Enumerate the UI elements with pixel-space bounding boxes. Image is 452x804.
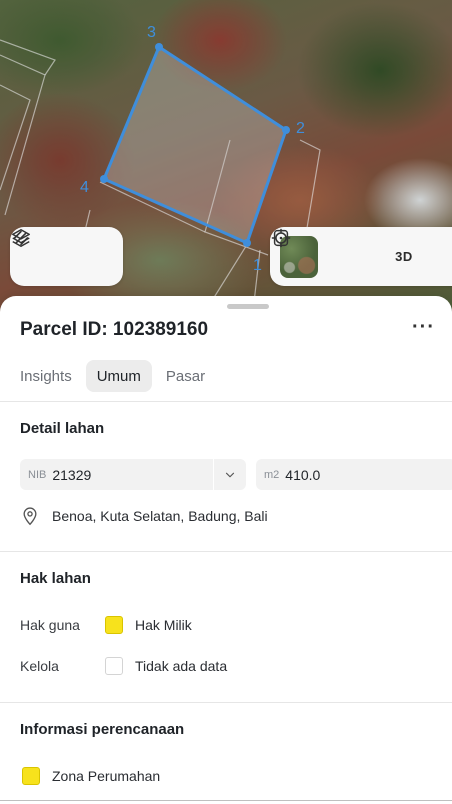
kelola-swatch bbox=[105, 657, 123, 675]
section-title-detail-lahan: Detail lahan bbox=[20, 420, 105, 437]
area-field[interactable]: m2 410.0 bbox=[256, 459, 452, 490]
view-3d-label: 3D bbox=[395, 249, 413, 264]
more-options-button[interactable]: ··· bbox=[412, 316, 435, 339]
extra-map-button[interactable] bbox=[273, 229, 452, 274]
parcel-title: Parcel ID: 102389160 bbox=[20, 319, 209, 340]
view-3d-button[interactable]: 3D bbox=[389, 240, 420, 274]
nib-field[interactable]: NIB 21329 bbox=[20, 459, 213, 490]
section-title-perencanaan: Informasi perencanaan bbox=[20, 721, 185, 738]
hak-guna-label: Hak guna bbox=[20, 617, 80, 633]
chevron-down-icon bbox=[225, 472, 235, 477]
frame-icon bbox=[273, 229, 289, 247]
vertex-1 bbox=[243, 239, 251, 247]
divider bbox=[0, 401, 452, 402]
map-tools-left bbox=[10, 227, 123, 286]
draw-button[interactable] bbox=[13, 230, 106, 274]
area-value: 410.0 bbox=[285, 466, 321, 483]
location-text: Benoa, Kuta Selatan, Badung, Bali bbox=[52, 508, 268, 524]
nib-dropdown-button[interactable] bbox=[214, 459, 246, 490]
divider bbox=[0, 551, 452, 552]
layers-button[interactable] bbox=[12, 229, 61, 274]
vertex-label-3: 3 bbox=[147, 24, 156, 41]
kelola-label: Kelola bbox=[20, 658, 59, 674]
map-tools-right: 3D bbox=[270, 227, 452, 286]
locate-button[interactable] bbox=[271, 228, 369, 274]
nib-prefix: NIB bbox=[28, 468, 47, 481]
vertex-label-1: 1 bbox=[253, 257, 262, 274]
vertex-4 bbox=[100, 175, 108, 183]
zone-swatch bbox=[22, 767, 40, 785]
parcel-bottom-sheet: Parcel ID: 102389160 ··· Insights Umum P… bbox=[0, 296, 452, 804]
map-pin-icon bbox=[23, 507, 37, 526]
selected-parcel-polygon bbox=[102, 44, 288, 246]
bottom-edge bbox=[0, 800, 452, 801]
tab-insights[interactable]: Insights bbox=[12, 360, 80, 392]
nib-value: 21329 bbox=[52, 466, 92, 483]
location-row: Benoa, Kuta Selatan, Badung, Bali bbox=[20, 506, 268, 526]
sheet-drag-handle[interactable] bbox=[227, 304, 269, 309]
area-prefix: m2 bbox=[264, 468, 280, 481]
tab-umum[interactable]: Umum bbox=[85, 360, 152, 392]
satellite-map[interactable]: 1 2 3 4 3D bbox=[0, 0, 452, 320]
kelola-value: Tidak ada data bbox=[135, 658, 228, 674]
draw-line-icon bbox=[13, 230, 29, 246]
vertex-label-4: 4 bbox=[80, 179, 89, 196]
tab-bar: Insights Umum Pasar bbox=[12, 360, 213, 392]
hak-milik-swatch bbox=[105, 616, 123, 634]
hak-guna-value: Hak Milik bbox=[135, 617, 192, 633]
zone-label: Zona Perumahan bbox=[52, 768, 161, 784]
vertex-3 bbox=[155, 43, 163, 51]
divider bbox=[0, 702, 452, 703]
vertex-label-2: 2 bbox=[296, 120, 305, 137]
vertex-2 bbox=[282, 126, 290, 134]
tab-pasar[interactable]: Pasar bbox=[158, 360, 213, 392]
section-title-hak-lahan: Hak lahan bbox=[20, 570, 91, 587]
